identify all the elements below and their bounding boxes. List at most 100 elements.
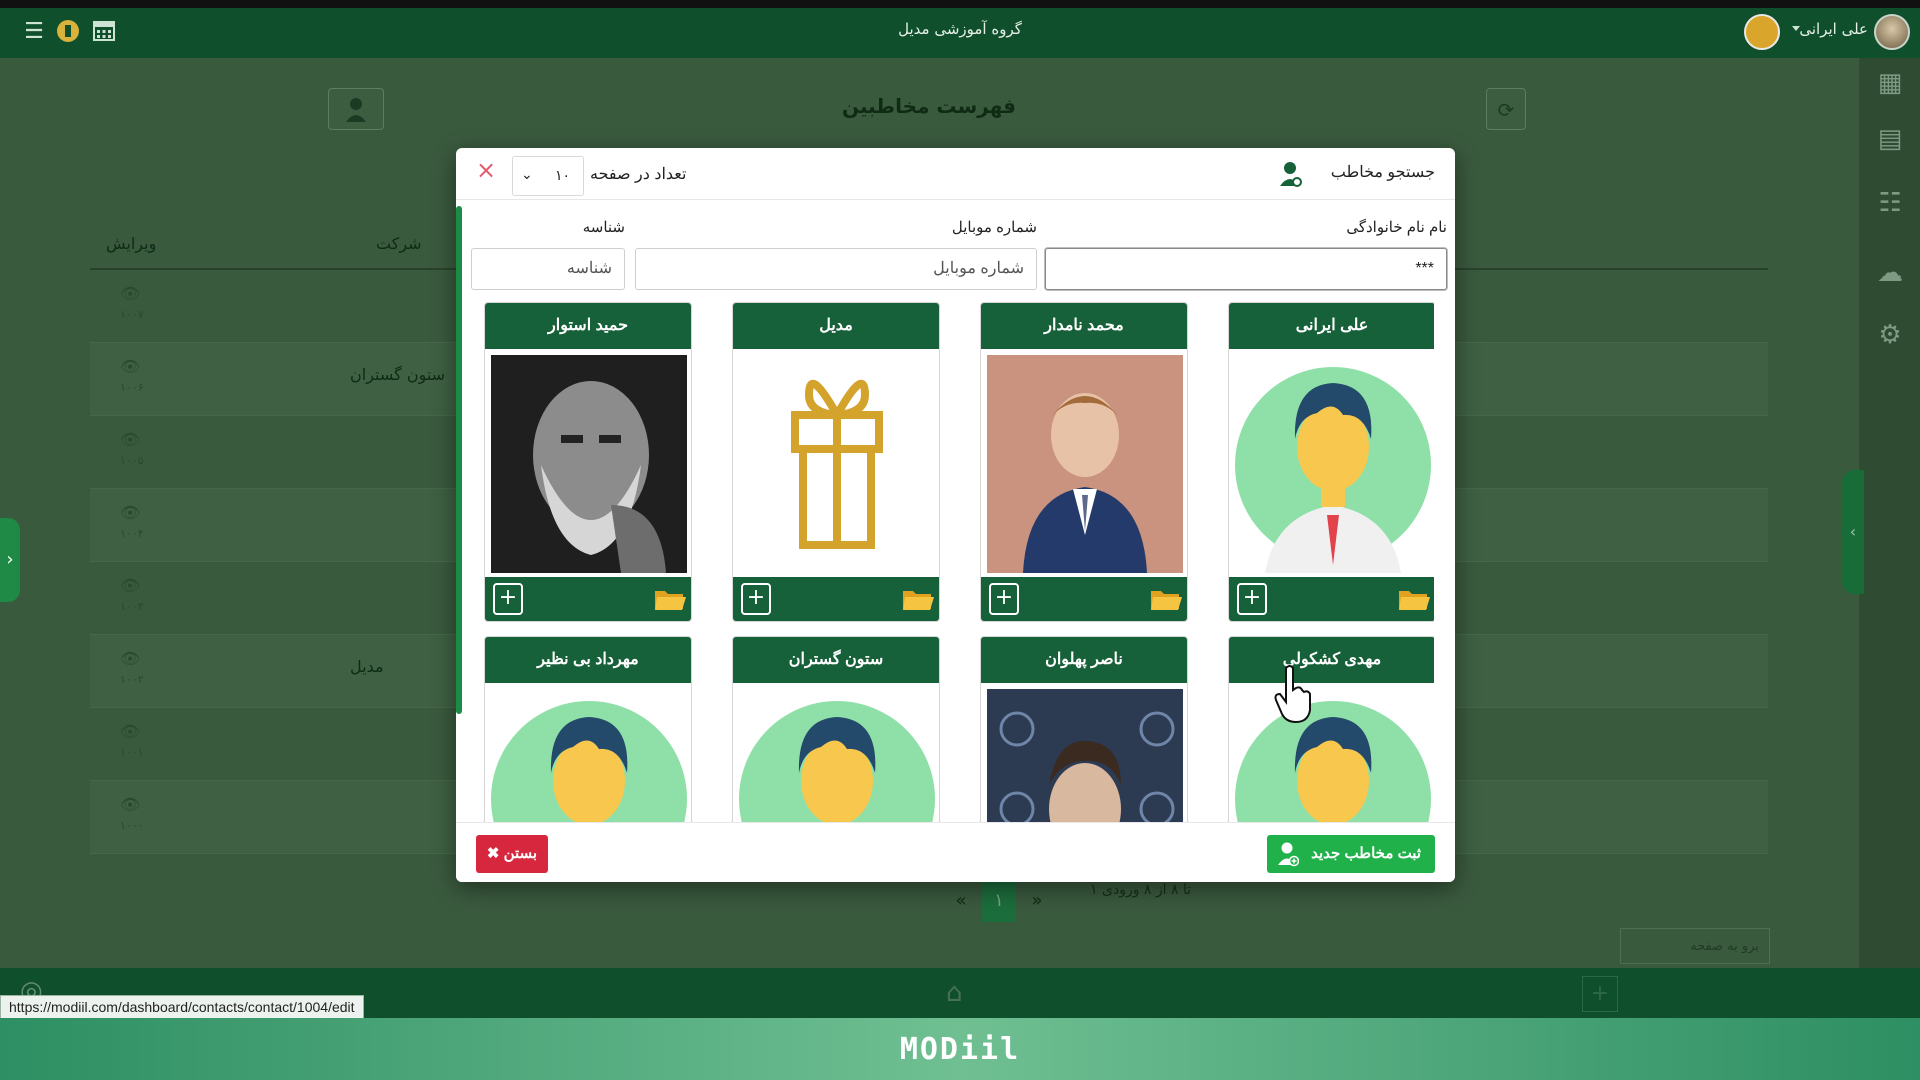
eye-icon[interactable]: 👁 <box>120 284 140 303</box>
cloud-upload-icon[interactable]: ☁ <box>1875 258 1905 288</box>
eye-icon[interactable]: 👁 <box>120 722 140 741</box>
card-footer: + <box>733 577 939 621</box>
folder-icon[interactable] <box>1397 585 1431 613</box>
contact-photo <box>987 689 1183 822</box>
app-title: گروه آموزشی مدیل <box>898 20 1022 38</box>
contact-name: مدیل <box>733 303 939 349</box>
next-page-button[interactable]: » <box>1020 880 1054 922</box>
row-id: ۱۰۰۴ <box>120 527 144 540</box>
eye-icon[interactable]: 👁 <box>120 795 140 814</box>
contact-name: حمید استوار <box>485 303 691 349</box>
column-edit: ویرایش <box>106 234 157 253</box>
folder-icon[interactable] <box>901 585 935 613</box>
contact-photo <box>739 355 935 573</box>
eye-icon[interactable]: 👁 <box>120 649 140 668</box>
contact-name: مهرداد بی نظیر <box>485 637 691 683</box>
modal-header: × ⌄ ۱۰ تعداد در صفحه جستجو مخاطب <box>456 148 1455 200</box>
row-id: ۱۰۰۶ <box>120 381 144 394</box>
contact-photo <box>491 689 687 822</box>
column-company: شرکت <box>376 234 422 253</box>
grid-icon[interactable]: ▦ <box>1875 68 1905 98</box>
contact-name: ستون گستران <box>733 637 939 683</box>
contact-card[interactable]: مهرداد بی نظیر <box>484 636 692 822</box>
contact-photo <box>1235 355 1431 573</box>
card-footer: + <box>485 577 691 621</box>
contact-card[interactable]: محمد نامدار + <box>980 302 1188 622</box>
modal-footer: ✖ بستن ثبت مخاطب جدید <box>456 822 1455 882</box>
gear-icon[interactable]: ⚙ <box>1875 320 1905 350</box>
user-search-icon <box>1280 162 1302 187</box>
contact-card[interactable]: علی ایرانی + <box>1228 302 1434 622</box>
left-drawer-toggle[interactable]: › <box>0 518 20 602</box>
contact-card[interactable]: ستون گستران <box>732 636 940 822</box>
contact-photo <box>987 355 1183 573</box>
page-number[interactable]: ۱ <box>982 880 1016 922</box>
folder-icon[interactable] <box>653 585 687 613</box>
add-button[interactable]: + <box>989 583 1019 615</box>
contact-photo <box>1235 689 1431 822</box>
eye-icon[interactable]: 👁 <box>120 430 140 449</box>
add-button[interactable]: + <box>493 583 523 615</box>
footer-banner: MODiil <box>0 1018 1920 1080</box>
row-company: مدیل <box>350 657 384 676</box>
contact-photo <box>491 355 687 573</box>
row-id: ۱۰۰۲ <box>120 673 144 686</box>
contact-name: علی ایرانی <box>1229 303 1434 349</box>
search-contact-modal: × ⌄ ۱۰ تعداد در صفحه جستجو مخاطب نام نام… <box>456 148 1455 882</box>
add-user-icon <box>1278 842 1299 867</box>
checklist-icon[interactable]: ☷ <box>1875 188 1905 218</box>
row-id: ۱۰۰۵ <box>120 454 144 467</box>
close-button[interactable]: ✖ بستن <box>476 835 548 873</box>
footer-logo: MODiil <box>899 1032 1021 1067</box>
chevron-down-icon: ⌄ <box>521 167 533 183</box>
contact-name: محمد نامدار <box>981 303 1187 349</box>
right-sidebar: ▦ ▤ ☷ ☁ ⚙ <box>1858 58 1920 968</box>
row-id: ۱۰۰۳ <box>120 600 144 613</box>
close-icon: ✖ <box>486 845 504 862</box>
eye-icon[interactable]: 👁 <box>120 357 140 376</box>
id-label: شناسه <box>582 219 625 236</box>
new-contact-label: ثبت مخاطب جدید <box>1311 845 1421 862</box>
scrollbar[interactable] <box>456 206 462 714</box>
add-icon[interactable]: + <box>1582 976 1618 1012</box>
contacts-book-icon[interactable]: ▤ <box>1875 124 1905 154</box>
mobile-field[interactable]: شماره موبایل <box>635 248 1037 290</box>
folder-icon[interactable] <box>1149 585 1183 613</box>
user-name[interactable]: علی ایرانی <box>1799 20 1868 38</box>
close-button-label: بستن <box>503 845 538 862</box>
per-page-label: تعداد در صفحه <box>590 166 687 183</box>
contacts-grid: حمید استوار + مدیل + محمد نامدار + علی ا… <box>484 302 1434 822</box>
notification-bell-icon[interactable] <box>1744 14 1780 50</box>
add-button[interactable]: + <box>741 583 771 615</box>
contact-card[interactable]: حمید استوار + <box>484 302 692 622</box>
row-id: ۱۰۰۷ <box>120 308 144 321</box>
hand-cursor-icon <box>1274 665 1311 724</box>
add-button[interactable]: + <box>1237 583 1267 615</box>
refresh-button[interactable]: ⟳ <box>1486 88 1526 130</box>
row-company: ستون گستران <box>350 365 446 384</box>
contact-card[interactable]: مدیل + <box>732 302 940 622</box>
pager-info: ۱ تا ۸ از ۸ ورودی <box>1090 882 1192 898</box>
card-footer: + <box>1229 577 1434 621</box>
avatar[interactable] <box>1874 14 1910 50</box>
row-id: ۱۰۰۰ <box>120 819 144 832</box>
eye-icon[interactable]: 👁 <box>120 576 140 595</box>
prev-page-button[interactable]: « <box>944 880 978 922</box>
modal-title: جستجو مخاطب <box>1330 164 1435 181</box>
contact-card[interactable]: ناصر پهلوان <box>980 636 1188 822</box>
eye-icon[interactable]: 👁 <box>120 503 140 522</box>
name-label: نام نام خانوادگی <box>1346 219 1447 236</box>
contact-photo <box>739 689 935 822</box>
new-contact-button[interactable]: ثبت مخاطب جدید <box>1267 835 1435 873</box>
name-field[interactable]: *** <box>1045 248 1447 290</box>
contact-name: مهدی کشکولی <box>1229 637 1434 683</box>
contact-card[interactable]: مهدی کشکولی <box>1228 636 1434 822</box>
right-drawer-toggle[interactable]: ‹ <box>1842 470 1864 594</box>
home-icon[interactable]: ⌂ <box>946 978 963 1008</box>
id-field[interactable]: شناسه <box>471 248 625 290</box>
close-icon[interactable]: × <box>476 156 496 184</box>
per-page-select[interactable]: ⌄ ۱۰ <box>512 156 584 196</box>
goto-page-input[interactable]: برو به صفحه <box>1620 928 1770 964</box>
card-footer: + <box>981 577 1187 621</box>
row-id: ۱۰۰۱ <box>120 746 144 759</box>
